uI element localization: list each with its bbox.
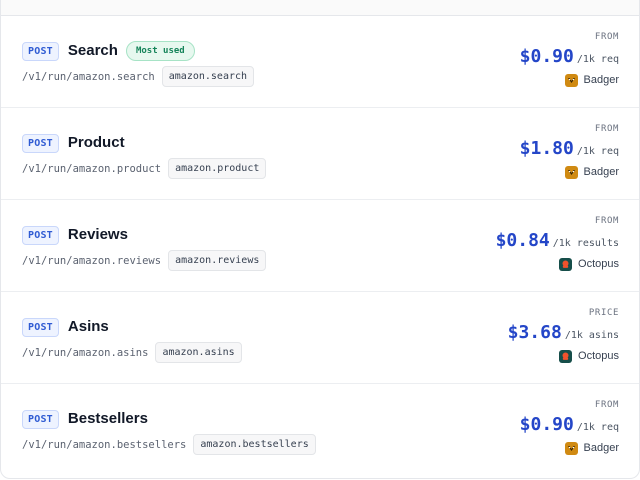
price-label: FROM [594, 216, 619, 226]
endpoint-name: Product [67, 134, 125, 151]
price-label: FROM [594, 124, 619, 134]
price-unit: /1k req [576, 146, 619, 157]
endpoint-info: POST Search Most used /v1/run/amazon.sea… [22, 40, 255, 87]
provider: Badger [520, 440, 619, 456]
endpoint-path-line: /v1/run/amazon.asins amazon.asins [22, 342, 242, 363]
endpoint-code-chip[interactable]: amazon.asins [155, 342, 242, 363]
endpoint-path: /v1/run/amazon.reviews [22, 254, 162, 267]
endpoint-name: Bestsellers [67, 410, 148, 427]
provider-name: Badger [583, 74, 619, 86]
endpoint-code-chip[interactable]: amazon.bestsellers [193, 434, 316, 455]
endpoint-path-line: /v1/run/amazon.bestsellers amazon.bestse… [22, 434, 316, 455]
endpoint-list-frame: POST Search Most used /v1/run/amazon.sea… [0, 0, 640, 480]
endpoint-code-chip[interactable]: amazon.product [168, 158, 267, 179]
method-badge: POST [22, 41, 59, 61]
price-line: $0.90/1k req [520, 46, 619, 68]
provider-name: Octopus [578, 350, 619, 362]
endpoint-title-line: POST Product [22, 132, 266, 154]
endpoint-row-product[interactable]: POST Product /v1/run/amazon.product amaz… [1, 108, 639, 200]
endpoint-pricing: FROM $0.84/1k results Octopus [496, 216, 619, 272]
price-unit: /1k asins [564, 330, 619, 341]
price-label: PRICE [588, 308, 619, 318]
endpoint-name: Reviews [67, 226, 128, 243]
method-badge: POST [22, 409, 59, 429]
provider: Badger [520, 72, 619, 88]
endpoint-path: /v1/run/amazon.search [22, 70, 155, 83]
badger-icon [564, 165, 578, 179]
price-amount: $3.68 [507, 322, 562, 343]
endpoint-row-search[interactable]: POST Search Most used /v1/run/amazon.sea… [1, 16, 639, 108]
price-line: $0.90/1k req [520, 414, 619, 436]
endpoint-row-asins[interactable]: POST Asins /v1/run/amazon.asins amazon.a… [1, 292, 639, 384]
endpoint-title-line: POST Asins [22, 316, 242, 338]
method-badge: POST [22, 225, 59, 245]
endpoint-name: Asins [67, 318, 109, 335]
price-amount: $1.80 [519, 138, 574, 159]
endpoint-path-line: /v1/run/amazon.search amazon.search [22, 66, 255, 87]
endpoint-info: POST Bestsellers /v1/run/amazon.bestsell… [22, 408, 316, 455]
endpoint-title-line: POST Bestsellers [22, 408, 316, 430]
endpoint-info: POST Reviews /v1/run/amazon.reviews amaz… [22, 224, 267, 271]
endpoint-pricing: PRICE $3.68/1k asins Octopus [508, 308, 619, 364]
method-badge: POST [22, 317, 59, 337]
price-amount: $0.90 [519, 46, 574, 67]
price-unit: /1k req [576, 422, 619, 433]
endpoint-info: POST Product /v1/run/amazon.product amaz… [22, 132, 267, 179]
price-amount: $0.90 [519, 414, 574, 435]
endpoint-path-line: /v1/run/amazon.product amazon.product [22, 158, 267, 179]
price-line: $1.80/1k req [520, 138, 619, 160]
octopus-icon [559, 349, 573, 363]
provider: Badger [520, 164, 619, 180]
price-amount: $0.84 [495, 230, 550, 251]
endpoint-code-chip[interactable]: amazon.reviews [168, 250, 267, 271]
list-header-band [1, 0, 639, 16]
endpoint-code-chip[interactable]: amazon.search [161, 66, 255, 87]
most-used-badge: Most used [125, 41, 195, 61]
endpoint-path: /v1/run/amazon.bestsellers [22, 438, 187, 451]
price-unit: /1k results [552, 238, 619, 249]
provider-name: Badger [583, 166, 619, 178]
endpoint-path-line: /v1/run/amazon.reviews amazon.reviews [22, 250, 267, 271]
badger-icon [564, 441, 578, 455]
provider: Octopus [496, 256, 619, 272]
endpoint-pricing: FROM $1.80/1k req Badger [520, 124, 619, 180]
price-line: $3.68/1k asins [508, 322, 619, 344]
octopus-icon [559, 257, 573, 271]
provider-name: Badger [583, 442, 619, 454]
endpoint-pricing: FROM $0.90/1k req Badger [520, 32, 619, 88]
endpoint-pricing: FROM $0.90/1k req Badger [520, 400, 619, 456]
endpoint-title-line: POST Search Most used [22, 40, 254, 62]
endpoint-row-bestsellers[interactable]: POST Bestsellers /v1/run/amazon.bestsell… [1, 384, 639, 476]
method-badge: POST [22, 133, 59, 153]
endpoint-path: /v1/run/amazon.asins [22, 346, 149, 359]
endpoint-info: POST Asins /v1/run/amazon.asins amazon.a… [22, 316, 242, 363]
provider: Octopus [508, 348, 619, 364]
endpoint-title-line: POST Reviews [22, 224, 266, 246]
price-line: $0.84/1k results [496, 230, 619, 252]
provider-name: Octopus [578, 258, 619, 270]
price-unit: /1k req [576, 54, 619, 65]
endpoint-name: Search [67, 42, 118, 59]
price-label: FROM [594, 400, 619, 410]
price-label: FROM [594, 32, 619, 42]
endpoint-path: /v1/run/amazon.product [22, 162, 162, 175]
badger-icon [564, 73, 578, 87]
endpoint-list-card: POST Search Most used /v1/run/amazon.sea… [0, 0, 640, 479]
endpoint-row-reviews[interactable]: POST Reviews /v1/run/amazon.reviews amaz… [1, 200, 639, 292]
